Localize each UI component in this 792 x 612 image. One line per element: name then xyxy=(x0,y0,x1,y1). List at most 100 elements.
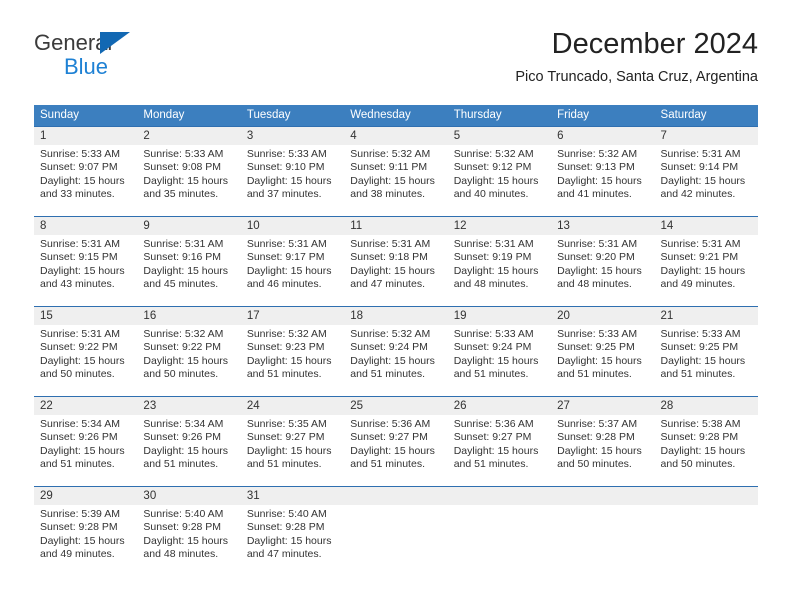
day-cell[interactable]: Sunrise: 5:33 AM Sunset: 9:07 PM Dayligh… xyxy=(34,145,137,216)
day-number-empty xyxy=(344,487,447,505)
day-cell[interactable]: Sunrise: 5:31 AM Sunset: 9:21 PM Dayligh… xyxy=(655,235,758,306)
daylight-text-line1: Daylight: 15 hours xyxy=(40,174,125,187)
day-number[interactable]: 2 xyxy=(137,127,240,145)
day-cell[interactable]: Sunrise: 5:38 AM Sunset: 9:28 PM Dayligh… xyxy=(655,415,758,486)
daylight-text-line2: and 50 minutes. xyxy=(660,458,736,471)
daylight-text-line2: and 41 minutes. xyxy=(557,188,632,201)
day-cell[interactable]: Sunrise: 5:37 AM Sunset: 9:28 PM Dayligh… xyxy=(551,415,654,486)
day-cell[interactable]: Sunrise: 5:31 AM Sunset: 9:17 PM Dayligh… xyxy=(241,235,344,306)
day-cell[interactable]: Sunrise: 5:33 AM Sunset: 9:10 PM Dayligh… xyxy=(241,145,344,216)
day-cell[interactable]: Sunrise: 5:31 AM Sunset: 9:15 PM Dayligh… xyxy=(34,235,137,306)
day-cell[interactable]: Sunrise: 5:39 AM Sunset: 9:28 PM Dayligh… xyxy=(34,505,137,576)
day-number[interactable]: 7 xyxy=(655,127,758,145)
day-number[interactable]: 9 xyxy=(137,217,240,235)
daylight-text-line2: and 45 minutes. xyxy=(143,278,219,291)
day-cell[interactable]: Sunrise: 5:31 AM Sunset: 9:14 PM Dayligh… xyxy=(655,145,758,216)
day-number[interactable]: 8 xyxy=(34,217,137,235)
calendar-week-row: 15 16 17 18 19 20 21 Sunrise: 5:31 AM Su… xyxy=(34,306,758,396)
day-number[interactable]: 31 xyxy=(241,487,344,505)
daylight-text-line1: Daylight: 15 hours xyxy=(557,354,642,367)
daylight-text-line2: and 51 minutes. xyxy=(350,458,425,471)
day-number[interactable]: 27 xyxy=(551,397,654,415)
daylight-text-line1: Daylight: 15 hours xyxy=(143,264,229,277)
daylight-text-line2: and 33 minutes. xyxy=(40,188,115,201)
daylight-text-line2: and 51 minutes. xyxy=(350,368,425,381)
day-number[interactable]: 19 xyxy=(448,307,551,325)
day-number[interactable]: 15 xyxy=(34,307,137,325)
calendar-page: General Blue December 2024 Pico Truncado… xyxy=(0,0,792,612)
day-number[interactable]: 1 xyxy=(34,127,137,145)
day-cell[interactable]: Sunrise: 5:36 AM Sunset: 9:27 PM Dayligh… xyxy=(344,415,447,486)
week-daynumber-band: 15 16 17 18 19 20 21 xyxy=(34,307,758,325)
day-cell[interactable]: Sunrise: 5:34 AM Sunset: 9:26 PM Dayligh… xyxy=(137,415,240,486)
sunrise-text: Sunrise: 5:33 AM xyxy=(143,148,224,160)
day-number[interactable]: 30 xyxy=(137,487,240,505)
day-number[interactable]: 22 xyxy=(34,397,137,415)
daylight-text-line2: and 51 minutes. xyxy=(40,458,115,471)
day-cell[interactable]: Sunrise: 5:31 AM Sunset: 9:16 PM Dayligh… xyxy=(137,235,240,306)
daylight-text-line2: and 47 minutes. xyxy=(350,278,425,291)
day-number[interactable]: 10 xyxy=(241,217,344,235)
day-number[interactable]: 25 xyxy=(344,397,447,415)
day-number[interactable]: 12 xyxy=(448,217,551,235)
day-number[interactable]: 13 xyxy=(551,217,654,235)
sunset-text: Sunset: 9:23 PM xyxy=(246,341,325,354)
day-number[interactable]: 26 xyxy=(448,397,551,415)
day-number[interactable]: 21 xyxy=(655,307,758,325)
day-cell[interactable]: Sunrise: 5:31 AM Sunset: 9:19 PM Dayligh… xyxy=(448,235,551,306)
sunrise-text: Sunrise: 5:33 AM xyxy=(557,328,638,340)
calendar-week-row: 8 9 10 11 12 13 14 Sunrise: 5:31 AM Suns… xyxy=(34,216,758,306)
daylight-text-line1: Daylight: 15 hours xyxy=(246,534,332,547)
day-cell[interactable]: Sunrise: 5:33 AM Sunset: 9:25 PM Dayligh… xyxy=(655,325,758,396)
sunrise-text: Sunrise: 5:33 AM xyxy=(453,328,534,340)
day-cell[interactable]: Sunrise: 5:32 AM Sunset: 9:23 PM Dayligh… xyxy=(241,325,344,396)
day-cell[interactable]: Sunrise: 5:31 AM Sunset: 9:18 PM Dayligh… xyxy=(344,235,447,306)
day-cell[interactable]: Sunrise: 5:31 AM Sunset: 9:22 PM Dayligh… xyxy=(34,325,137,396)
daylight-text-line1: Daylight: 15 hours xyxy=(246,174,332,187)
day-number[interactable]: 3 xyxy=(241,127,344,145)
day-number[interactable]: 18 xyxy=(344,307,447,325)
day-cell[interactable]: Sunrise: 5:32 AM Sunset: 9:24 PM Dayligh… xyxy=(344,325,447,396)
day-number[interactable]: 4 xyxy=(344,127,447,145)
day-cell[interactable]: Sunrise: 5:33 AM Sunset: 9:24 PM Dayligh… xyxy=(448,325,551,396)
day-number[interactable]: 29 xyxy=(34,487,137,505)
daylight-text-line2: and 48 minutes. xyxy=(557,278,632,291)
day-cell[interactable]: Sunrise: 5:32 AM Sunset: 9:11 PM Dayligh… xyxy=(344,145,447,216)
day-cell[interactable]: Sunrise: 5:36 AM Sunset: 9:27 PM Dayligh… xyxy=(448,415,551,486)
day-number[interactable]: 23 xyxy=(137,397,240,415)
day-number[interactable]: 24 xyxy=(241,397,344,415)
day-number[interactable]: 11 xyxy=(344,217,447,235)
page-title: December 2024 xyxy=(551,28,758,60)
day-cell[interactable]: Sunrise: 5:32 AM Sunset: 9:22 PM Dayligh… xyxy=(137,325,240,396)
day-number-empty xyxy=(655,487,758,505)
sunrise-text: Sunrise: 5:31 AM xyxy=(350,238,431,250)
sunset-text: Sunset: 9:21 PM xyxy=(660,251,739,264)
sunrise-text: Sunrise: 5:32 AM xyxy=(143,328,224,340)
day-cell[interactable]: Sunrise: 5:40 AM Sunset: 9:28 PM Dayligh… xyxy=(137,505,240,576)
day-cell[interactable]: Sunrise: 5:33 AM Sunset: 9:25 PM Dayligh… xyxy=(551,325,654,396)
daylight-text-line2: and 51 minutes. xyxy=(557,368,632,381)
day-number[interactable]: 6 xyxy=(551,127,654,145)
daylight-text-line2: and 38 minutes. xyxy=(350,188,425,201)
logo-text-blue: Blue xyxy=(64,54,109,79)
day-cell[interactable]: Sunrise: 5:31 AM Sunset: 9:20 PM Dayligh… xyxy=(551,235,654,306)
sunset-text: Sunset: 9:26 PM xyxy=(40,431,118,444)
day-number[interactable]: 17 xyxy=(241,307,344,325)
day-number[interactable]: 5 xyxy=(448,127,551,145)
daylight-text-line2: and 48 minutes. xyxy=(143,548,219,561)
day-cell[interactable]: Sunrise: 5:32 AM Sunset: 9:12 PM Dayligh… xyxy=(448,145,551,216)
daylight-text-line2: and 51 minutes. xyxy=(246,458,322,471)
general-blue-logo[interactable]: General Blue xyxy=(34,30,264,86)
day-number[interactable]: 28 xyxy=(655,397,758,415)
day-number[interactable]: 16 xyxy=(137,307,240,325)
daylight-text-line1: Daylight: 15 hours xyxy=(40,534,125,547)
day-number[interactable]: 14 xyxy=(655,217,758,235)
day-cell[interactable]: Sunrise: 5:33 AM Sunset: 9:08 PM Dayligh… xyxy=(137,145,240,216)
day-cell[interactable]: Sunrise: 5:35 AM Sunset: 9:27 PM Dayligh… xyxy=(241,415,344,486)
week-detail-band: Sunrise: 5:33 AM Sunset: 9:07 PM Dayligh… xyxy=(34,145,758,216)
day-cell[interactable]: Sunrise: 5:34 AM Sunset: 9:26 PM Dayligh… xyxy=(34,415,137,486)
day-cell[interactable]: Sunrise: 5:32 AM Sunset: 9:13 PM Dayligh… xyxy=(551,145,654,216)
sunrise-text: Sunrise: 5:31 AM xyxy=(557,238,638,250)
day-number[interactable]: 20 xyxy=(551,307,654,325)
day-cell[interactable]: Sunrise: 5:40 AM Sunset: 9:28 PM Dayligh… xyxy=(241,505,344,576)
